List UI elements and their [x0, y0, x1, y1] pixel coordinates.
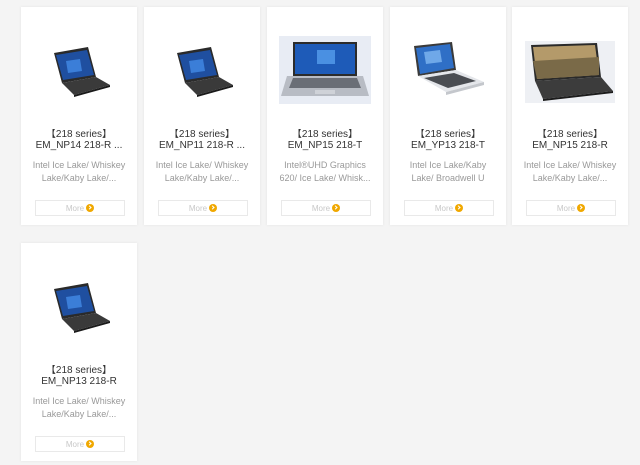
product-description: Intel Ice Lake/ Whiskey Lake/Kaby Lake/.… — [32, 160, 126, 183]
product-series: 【218 series】 — [45, 365, 113, 376]
more-button[interactable]: More — [35, 436, 125, 452]
product-series: 【218 series】 — [536, 129, 604, 140]
product-description: Intel®UHD Graphics 620/ Ice Lake/ Whisk.… — [279, 160, 371, 183]
product-card[interactable]: 【218 series】 EM_NP15 218-R Intel Ice Lak… — [512, 7, 628, 225]
product-title[interactable]: 【218 series】 EM_YP13 218-T — [396, 129, 500, 151]
product-grid: 【218 series】 EM_NP14 218-R ... Intel Ice… — [0, 0, 640, 465]
more-button[interactable]: More — [281, 200, 371, 216]
more-label: More — [556, 203, 576, 213]
arrow-circle-icon — [86, 204, 95, 212]
product-image[interactable] — [33, 273, 125, 343]
product-series: 【218 series】 — [414, 129, 482, 140]
product-description: Intel Ice Lake/ Whiskey Lake/Kaby Lake/.… — [155, 160, 249, 183]
product-model: EM_NP13 218-R — [41, 376, 117, 387]
product-card[interactable]: 【218 series】 EM_YP13 218-T Intel Ice Lak… — [390, 7, 506, 225]
product-title[interactable]: 【218 series】 EM_NP15 218-R — [518, 129, 622, 151]
arrow-circle-icon — [86, 440, 95, 448]
arrow-circle-icon — [332, 204, 341, 212]
product-title[interactable]: 【218 series】 EM_NP14 218-R ... — [27, 129, 131, 151]
product-series: 【218 series】 — [168, 129, 236, 140]
more-label: More — [311, 203, 331, 213]
arrow-circle-icon — [577, 204, 586, 212]
product-image[interactable] — [156, 37, 248, 107]
arrow-circle-icon — [209, 204, 218, 212]
product-series: 【218 series】 — [291, 129, 359, 140]
product-image[interactable] — [33, 37, 125, 107]
product-model: EM_NP15 218-T — [287, 140, 363, 151]
product-series: 【218 series】 — [45, 129, 113, 140]
product-model: EM_NP15 218-R — [532, 140, 608, 151]
product-image[interactable] — [279, 35, 371, 105]
product-description: Intel Ice Lake/ Whiskey Lake/Kaby Lake/.… — [523, 160, 617, 183]
more-button[interactable]: More — [158, 200, 248, 216]
product-description: Intel Ice Lake/ Whiskey Lake/Kaby Lake/.… — [32, 396, 126, 419]
product-card[interactable]: 【218 series】 EM_NP14 218-R ... Intel Ice… — [21, 7, 137, 225]
product-image[interactable] — [402, 37, 494, 107]
product-image[interactable] — [524, 37, 616, 107]
product-card[interactable]: 【218 series】 EM_NP11 218-R ... Intel Ice… — [144, 7, 260, 225]
more-label: More — [188, 203, 208, 213]
more-label: More — [65, 203, 85, 213]
product-title[interactable]: 【218 series】 EM_NP13 218-R — [27, 365, 131, 387]
more-button[interactable]: More — [404, 200, 494, 216]
more-button[interactable]: More — [35, 200, 125, 216]
product-model: EM_YP13 218-T — [411, 140, 485, 151]
product-model: EM_NP11 218-R ... — [159, 140, 245, 151]
product-model: EM_NP14 218-R ... — [35, 140, 123, 151]
product-description: Intel Ice Lake/Kaby Lake/ Broadwell U — [409, 160, 487, 183]
product-card[interactable]: 【218 series】 EM_NP13 218-R Intel Ice Lak… — [21, 243, 137, 461]
more-label: More — [434, 203, 454, 213]
product-card[interactable]: 【218 series】 EM_NP15 218-T Intel®UHD Gra… — [267, 7, 383, 225]
product-title[interactable]: 【218 series】 EM_NP15 218-T — [273, 129, 377, 151]
arrow-circle-icon — [455, 204, 464, 212]
more-button[interactable]: More — [526, 200, 616, 216]
product-title[interactable]: 【218 series】 EM_NP11 218-R ... — [150, 129, 254, 151]
more-label: More — [65, 439, 85, 449]
